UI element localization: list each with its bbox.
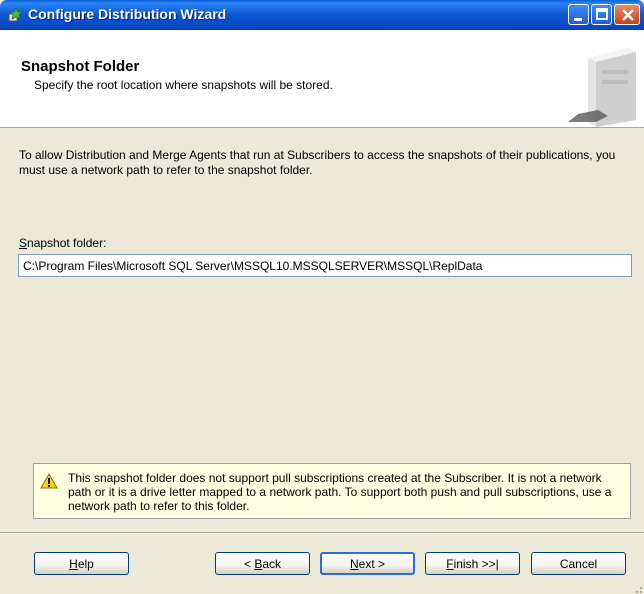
window-title: Configure Distribution Wizard xyxy=(28,6,227,22)
label-text: napshot folder: xyxy=(27,236,107,250)
cancel-button[interactable]: Cancel xyxy=(531,552,626,575)
finish-button[interactable]: Finish >>| xyxy=(425,552,520,575)
minimize-icon xyxy=(574,18,582,21)
next-accelerator: N xyxy=(349,556,359,571)
finish-accelerator: F xyxy=(446,556,454,571)
back-prefix: < xyxy=(243,556,255,571)
title-bar[interactable]: Configure Distribution Wizard xyxy=(0,0,644,30)
page-subtitle: Specify the root location where snapshot… xyxy=(34,78,333,92)
resize-grip-icon[interactable] xyxy=(631,582,643,594)
wizard-window: Configure Distribution Wizard Snapshot F… xyxy=(0,0,644,594)
close-icon xyxy=(622,9,634,21)
intro-text: To allow Distribution and Merge Agents t… xyxy=(19,148,616,177)
warning-box: This snapshot folder does not support pu… xyxy=(33,463,631,519)
warning-icon xyxy=(40,473,58,489)
maximize-icon xyxy=(596,8,608,20)
wizard-header: Snapshot Folder Specify the root locatio… xyxy=(0,30,644,128)
back-button[interactable]: < Back xyxy=(215,552,310,575)
help-button[interactable]: Help xyxy=(34,552,129,575)
finish-label: inish >>| xyxy=(453,556,499,571)
wizard-app-icon xyxy=(7,7,23,23)
next-label: ext > xyxy=(358,556,386,571)
close-button[interactable] xyxy=(614,4,640,25)
snapshot-folder-input[interactable] xyxy=(18,254,632,277)
snapshot-folder-label: Snapshot folder: xyxy=(19,236,106,250)
label-accelerator: S xyxy=(19,236,28,250)
maximize-button[interactable] xyxy=(591,4,612,25)
page-title: Snapshot Folder xyxy=(21,58,140,75)
next-button[interactable]: Next > xyxy=(320,552,415,575)
warning-text: This snapshot folder does not support pu… xyxy=(68,471,612,513)
help-label: elp xyxy=(77,556,94,571)
minimize-button[interactable] xyxy=(568,4,589,25)
back-label: ack xyxy=(262,556,282,571)
button-separator xyxy=(0,532,644,534)
help-accelerator: H xyxy=(69,556,78,571)
server-illustration xyxy=(568,48,636,127)
